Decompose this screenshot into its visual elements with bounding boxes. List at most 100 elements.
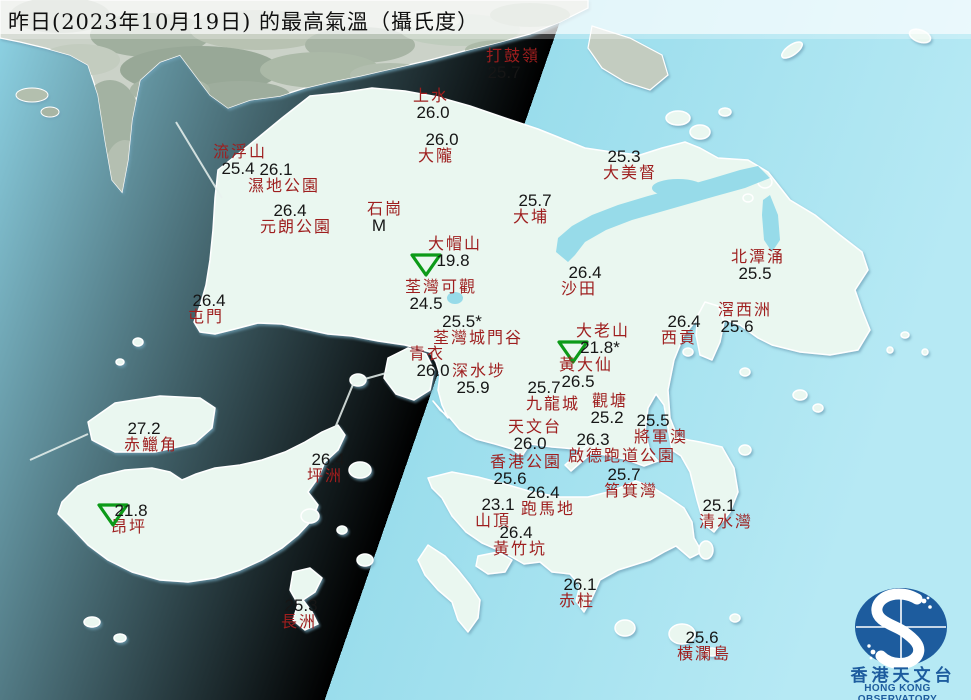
- port-shelter-islet: [738, 444, 752, 456]
- station-value-text: 25.6: [685, 628, 719, 647]
- station-value: 25.6: [675, 629, 729, 646]
- station-name: 西貢: [660, 328, 698, 347]
- station-label: 25.7 九龍城: [526, 379, 580, 412]
- station-value-text: 25.9: [456, 378, 490, 397]
- ninepin-islet: [900, 331, 910, 339]
- sha-chau-island: [115, 358, 125, 366]
- ninepin-islet: [921, 348, 929, 356]
- station-label: 21.8 昂坪: [97, 501, 148, 535]
- station-label: 25.1 清水灣: [699, 497, 753, 530]
- station-value-text: 24.5: [409, 294, 443, 313]
- ninepin-islet: [886, 346, 894, 354]
- peng-chau-island: [348, 461, 372, 479]
- station-value: 27.2: [117, 420, 171, 437]
- station-name: 元朗公園: [259, 217, 333, 236]
- station-value: 26.3: [539, 431, 647, 448]
- weather-map-screen: 昨日(2023年10月19日) 的最高氣溫（攝氏度） 打鼓嶺 25.7 上水 26.0…: [0, 0, 971, 700]
- station-value-text: M: [371, 216, 387, 235]
- station-label: 深水埗 25.9: [451, 361, 507, 397]
- station-value-text: 26.0: [425, 130, 459, 149]
- station-label: 26.4 屯門: [187, 292, 227, 326]
- station-value: 26.4: [666, 313, 702, 330]
- station-label: 26.4 黃竹坑: [493, 524, 547, 557]
- station-label: 25.7 大埔: [513, 192, 552, 225]
- lung-kwu-chau-island: [132, 337, 144, 347]
- station-value: 26.4: [516, 484, 570, 501]
- station-name: 啟德跑道公園: [567, 446, 677, 465]
- kat-o-island: [689, 124, 711, 140]
- station-value: 26.1: [240, 161, 312, 178]
- station-label: 觀塘 25.2: [589, 393, 628, 427]
- station-label: 大老山 21.8*: [557, 323, 630, 364]
- station-name: 荃灣可觀: [404, 277, 478, 296]
- station-label: 26.4 西貢: [660, 313, 701, 347]
- station-label: 26.1 濕地公園: [248, 161, 320, 194]
- station-value-text: 25.6: [720, 317, 754, 336]
- station-value-text: 26.4: [273, 201, 307, 220]
- soko-islet: [113, 633, 127, 643]
- hko-logo-name-en: HONG KONG OBSERVATORY: [857, 683, 938, 700]
- station-label: 25.3 大美督: [603, 148, 657, 181]
- station-value: 25.7: [477, 64, 531, 81]
- station-name: 跑馬地: [520, 499, 576, 518]
- station-value: 25.2: [589, 409, 625, 426]
- station-name: 大隴: [417, 146, 455, 165]
- station-label: 26.0 大隴: [417, 131, 459, 165]
- station-value-text: 27.2: [127, 419, 161, 438]
- station-value-text: 26.0: [416, 103, 450, 122]
- station-name: 深水埗: [451, 361, 507, 380]
- sharp-island: [682, 347, 694, 357]
- station-label: 上水 26.0: [413, 88, 451, 122]
- station-name: 大帽山: [427, 234, 483, 253]
- hko-logo-icon: [855, 588, 947, 669]
- station-value-text: 21.8: [114, 501, 148, 520]
- station-value-text: 25.1: [702, 496, 736, 515]
- ap-chau-island: [718, 107, 732, 117]
- station-value: 19.8: [410, 252, 480, 277]
- station-value-text: 25.5*: [442, 312, 482, 331]
- station-label: 打鼓嶺 25.7: [485, 46, 541, 82]
- station-label: 26.4 元朗公園: [260, 202, 332, 235]
- station-label: 26.4 跑馬地: [521, 484, 575, 517]
- station-name: 橫瀾島: [676, 644, 732, 663]
- station-value: 26.4: [489, 524, 543, 541]
- station-value-text: 25.7: [487, 63, 521, 82]
- station-value: 24.5: [390, 295, 462, 312]
- waglan-island: [729, 613, 741, 623]
- station-value: 25.7: [517, 379, 571, 396]
- station-name: 清水灣: [698, 512, 754, 531]
- station-name: 屯門: [187, 307, 225, 326]
- deep-bay-islet: [15, 87, 49, 103]
- station-value-text: 23.1: [481, 495, 515, 514]
- station-name: 坪洲: [306, 466, 344, 485]
- station-name: 石崗: [366, 199, 404, 218]
- station-value: 25.3: [283, 597, 319, 614]
- station-label: 荃灣可觀 24.5: [404, 277, 478, 313]
- station-value: 26.0: [415, 362, 451, 379]
- station-value: 25.6: [710, 318, 764, 335]
- station-value-text: 26.4: [499, 523, 533, 542]
- plover-cove-reservoir: [652, 179, 704, 197]
- tung-lung-chau-island: [698, 540, 714, 560]
- station-value-text: 26.4: [526, 483, 560, 502]
- station-name: 荃灣城門谷: [432, 328, 524, 347]
- station-value-text: 26.1: [259, 160, 293, 179]
- station-name: 赤柱: [558, 591, 596, 610]
- station-name: 滘西洲: [717, 300, 773, 319]
- station-name: 流浮山: [212, 142, 268, 161]
- station-name: 黃竹坑: [492, 539, 548, 558]
- station-name: 打鼓嶺: [485, 46, 541, 65]
- station-name: 青衣: [408, 344, 446, 363]
- station-value-text: 25.5: [636, 411, 670, 430]
- station-value-text: 25.3: [284, 596, 318, 615]
- station-label: 26.1 赤柱: [558, 576, 597, 610]
- station-value: 21.8*: [557, 339, 627, 364]
- station-value-text: 26.4: [568, 263, 602, 282]
- station-label: 25.5* 荃灣城門谷: [433, 313, 523, 346]
- town-island: [792, 389, 808, 401]
- station-value: 26.4: [191, 292, 227, 309]
- station-label: 石崗 M: [366, 199, 404, 235]
- station-value: 26.0: [415, 104, 451, 121]
- sunshine-island: [336, 525, 348, 535]
- station-label: 大帽山 19.8: [410, 234, 483, 277]
